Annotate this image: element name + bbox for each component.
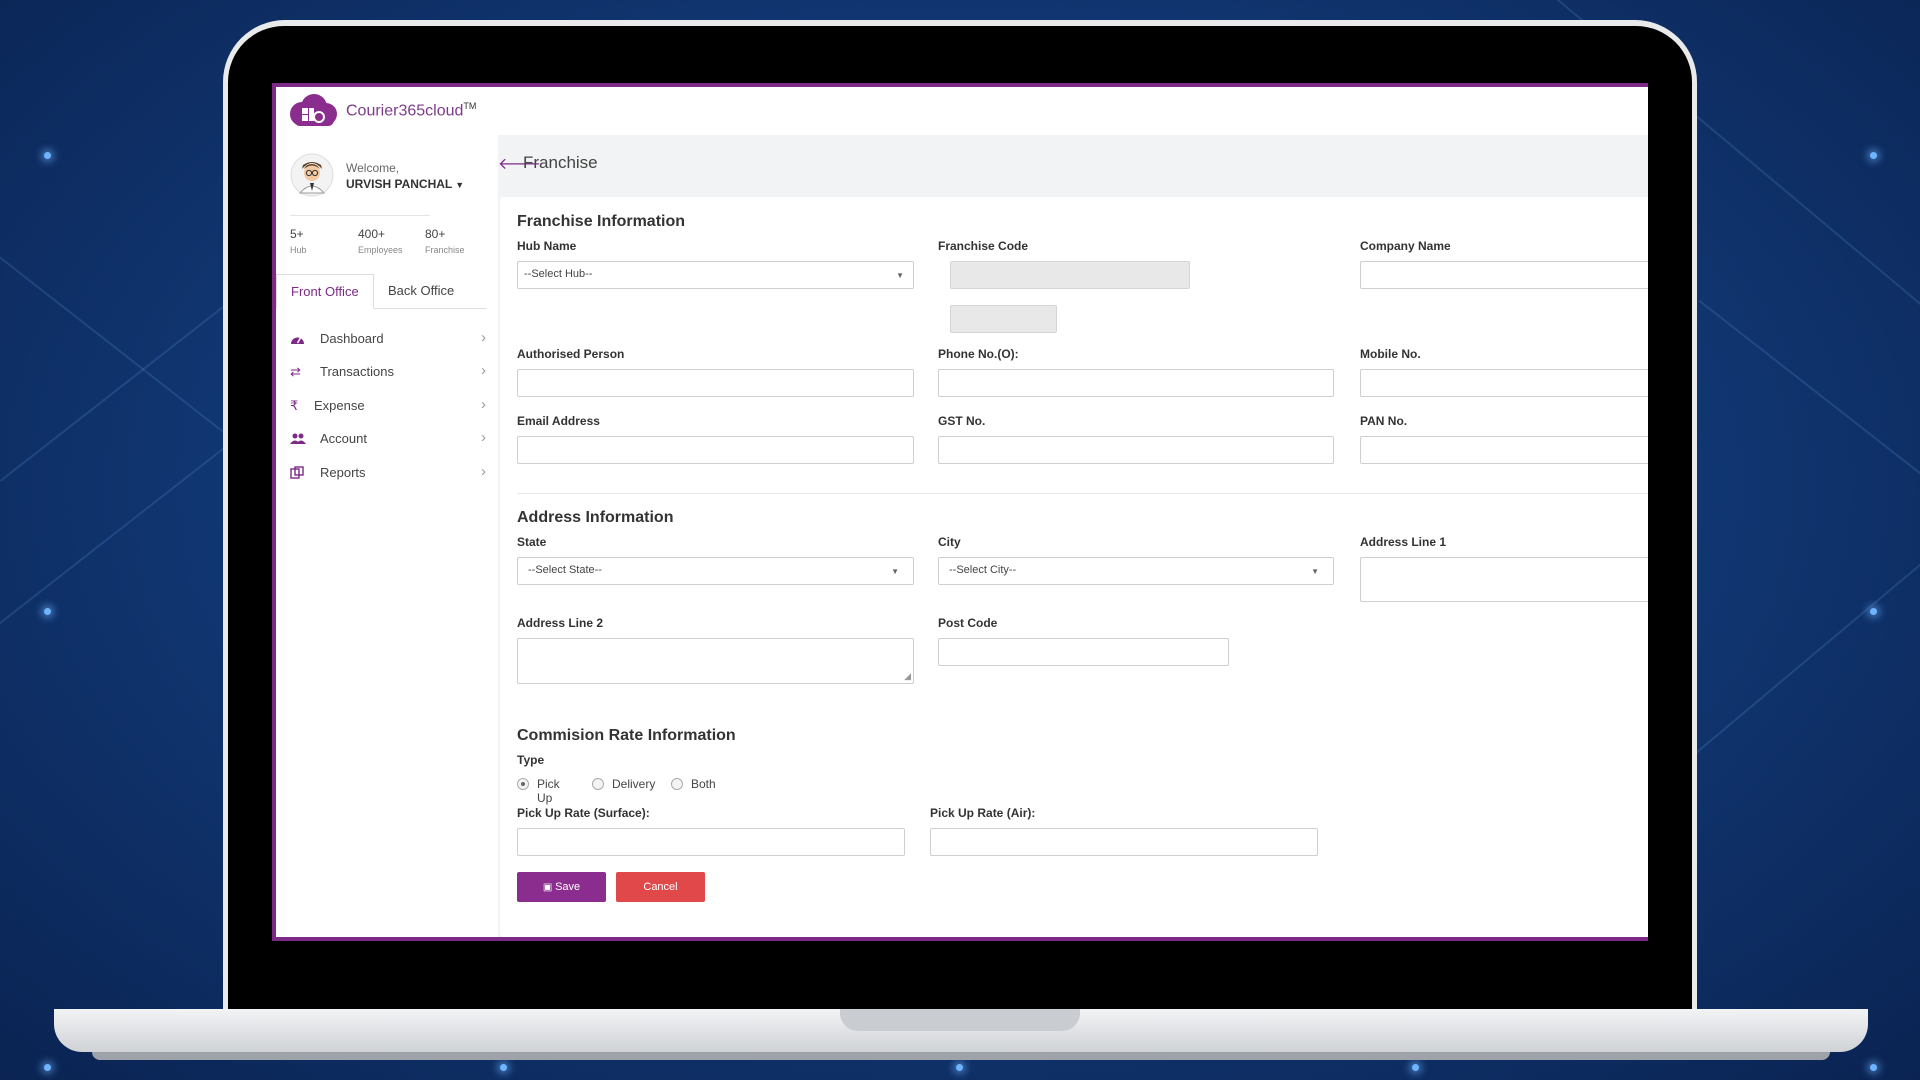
pickup-surface-label: Pick Up Rate (Surface): bbox=[517, 806, 650, 820]
laptop-notch bbox=[840, 1009, 1080, 1031]
franchise-code-label: Franchise Code bbox=[938, 239, 1029, 253]
franchise-code-suffix-field[interactable] bbox=[950, 305, 1057, 333]
chevron-right-icon: › bbox=[481, 429, 486, 446]
tab-front-office[interactable]: Front Office bbox=[276, 274, 374, 309]
sidebar-item-expense[interactable]: ₹ Expense › bbox=[290, 392, 486, 420]
company-name-field[interactable] bbox=[1360, 261, 1648, 289]
sidebar: Welcome, URVISH PANCHAL ▼ 5+ Hub 400+ Emplo… bbox=[276, 135, 499, 937]
gst-label: GST No. bbox=[938, 414, 986, 428]
email-field[interactable] bbox=[517, 436, 914, 464]
users-icon bbox=[290, 432, 306, 446]
phone-label: Phone No.(O): bbox=[938, 347, 1019, 361]
sidebar-item-account[interactable]: Account › bbox=[290, 425, 486, 453]
main-content: 🡐 Franchise Franchise Information Hub Na… bbox=[498, 135, 1648, 937]
chevron-right-icon: › bbox=[481, 362, 486, 379]
stat-employees: 400+ Employees bbox=[358, 227, 403, 255]
city-label: City bbox=[938, 535, 961, 549]
exchange-icon: ⇄ bbox=[290, 364, 301, 379]
welcome-text: Welcome, bbox=[346, 161, 400, 175]
save-icon: ▣ bbox=[542, 882, 556, 893]
page-title: Franchise bbox=[523, 153, 598, 172]
sidebar-item-reports[interactable]: Reports › bbox=[290, 459, 486, 487]
cancel-button[interactable]: Cancel bbox=[616, 872, 705, 902]
stat-franchise: 80+ Franchise bbox=[425, 227, 465, 255]
pickup-surface-field[interactable] bbox=[517, 828, 905, 856]
address-info-heading: Address Information bbox=[517, 509, 674, 526]
user-name-dropdown[interactable]: URVISH PANCHAL ▼ bbox=[346, 177, 464, 191]
type-radio-group: Pick Up Delivery Both bbox=[517, 777, 817, 805]
cloud-logo-icon bbox=[290, 94, 337, 126]
resize-handle-icon[interactable]: ◢ bbox=[904, 671, 911, 682]
hub-name-select[interactable]: --Select Hub-- ▼ bbox=[517, 261, 914, 289]
mobile-field[interactable] bbox=[1360, 369, 1648, 397]
chevron-right-icon: › bbox=[481, 329, 486, 346]
avatar[interactable] bbox=[290, 153, 334, 197]
gst-field[interactable] bbox=[938, 436, 1334, 464]
top-bar: Courier365cloudTM bbox=[276, 87, 1648, 136]
post-code-field[interactable] bbox=[938, 638, 1229, 666]
type-label: Type bbox=[517, 753, 545, 767]
company-name-label: Company Name bbox=[1360, 239, 1451, 253]
rupee-icon: ₹ bbox=[290, 398, 299, 413]
franchise-info-heading: Franchise Information bbox=[517, 213, 686, 230]
address-line2-field[interactable]: ◢ bbox=[517, 638, 914, 684]
pan-field[interactable] bbox=[1360, 436, 1648, 464]
mobile-label: Mobile No. bbox=[1360, 347, 1421, 361]
app-screen: Courier365cloudTM Welcome, URVISH PANCHA… bbox=[272, 83, 1648, 941]
address-line2-label: Address Line 2 bbox=[517, 616, 604, 630]
dropdown-arrow-icon: ▼ bbox=[896, 271, 904, 280]
franchise-form: Franchise Information Hub Name --Select … bbox=[500, 197, 1648, 937]
chevron-right-icon: › bbox=[481, 396, 486, 413]
pickup-air-label: Pick Up Rate (Air): bbox=[930, 806, 1036, 820]
dropdown-arrow-icon: ▼ bbox=[1311, 567, 1319, 576]
phone-field[interactable] bbox=[938, 369, 1334, 397]
stat-hub: 5+ Hub bbox=[290, 227, 307, 255]
dropdown-arrow-icon: ▼ bbox=[891, 567, 899, 576]
state-select[interactable]: --Select State-- ▼ bbox=[517, 557, 914, 585]
post-code-label: Post Code bbox=[938, 616, 998, 630]
address-line1-label: Address Line 1 bbox=[1360, 535, 1447, 549]
tab-back-office[interactable]: Back Office bbox=[374, 274, 468, 307]
hub-name-label: Hub Name bbox=[517, 239, 577, 253]
authorised-person-field[interactable] bbox=[517, 369, 914, 397]
sidebar-item-dashboard[interactable]: Dashboard › bbox=[290, 325, 486, 353]
laptop-base-shadow bbox=[92, 1052, 1830, 1060]
divider bbox=[290, 215, 430, 216]
pan-label: PAN No. bbox=[1360, 414, 1408, 428]
chevron-right-icon: › bbox=[481, 463, 486, 480]
section-divider bbox=[517, 493, 1648, 494]
authorised-person-label: Authorised Person bbox=[517, 347, 625, 361]
franchise-code-field[interactable] bbox=[950, 261, 1190, 289]
save-button[interactable]: ▣ Save bbox=[517, 872, 606, 902]
commission-info-heading: Commision Rate Information bbox=[517, 727, 736, 744]
state-label: State bbox=[517, 535, 547, 549]
office-tabs: Front Office Back Office bbox=[276, 274, 486, 309]
reports-icon bbox=[290, 466, 306, 480]
pickup-air-field[interactable] bbox=[930, 828, 1318, 856]
caret-down-icon: ▼ bbox=[455, 180, 465, 190]
city-select[interactable]: --Select City-- ▼ bbox=[938, 557, 1334, 585]
email-label: Email Address bbox=[517, 414, 600, 428]
brand-name: Courier365cloudTM bbox=[346, 101, 477, 120]
dashboard-icon bbox=[290, 332, 306, 346]
sidebar-item-transactions[interactable]: ⇄ Transactions › bbox=[290, 358, 486, 386]
address-line1-field[interactable] bbox=[1360, 557, 1648, 602]
